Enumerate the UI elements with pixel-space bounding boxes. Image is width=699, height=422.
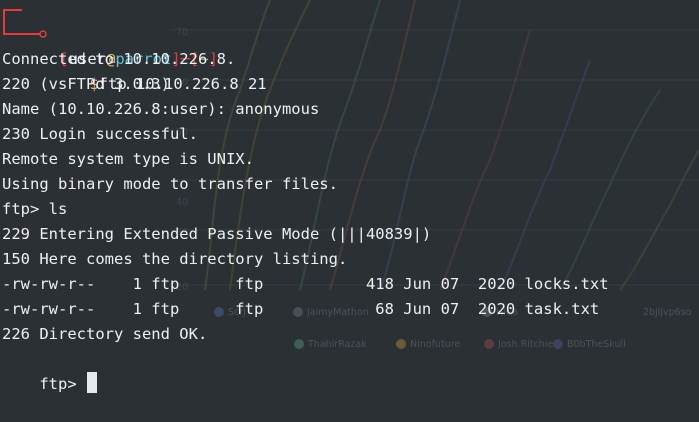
prompt-command-line: $ftp 10.10.226.8 21	[2, 22, 267, 93]
terminal-window[interactable]: [user@parrot]─[~] $ftp 10.10.226.8 21 Co…	[0, 0, 699, 400]
ftp-prompt: ftp>	[39, 375, 86, 393]
prompt-arrow-icon	[3, 22, 47, 38]
output-line: 220 (vsFTPd 3.0.3)	[2, 75, 170, 93]
output-line: Remote system type is UNIX.	[2, 150, 254, 168]
output-line: 226 Directory send OK.	[2, 325, 208, 343]
output-line: 150 Here comes the directory listing.	[2, 250, 348, 268]
prompt-header: [user@parrot]─[~]	[2, 0, 218, 68]
output-line: Using binary mode to transfer files.	[2, 175, 338, 193]
prompt-corner-icon	[3, 9, 22, 22]
file-listing-row: -rw-rw-r-- 1 ftp ftp 418 Jun 07 2020 loc…	[2, 275, 609, 293]
text-cursor	[87, 372, 97, 393]
ftp-input-line[interactable]: ftp>	[2, 347, 97, 393]
output-line: Connected to 10.10.226.8.	[2, 50, 236, 68]
output-line: ftp> ls	[2, 200, 68, 218]
output-line: Name (10.10.226.8:user): anonymous	[2, 100, 320, 118]
output-line: 229 Entering Extended Passive Mode (|||4…	[2, 225, 432, 243]
output-line: 230 Login successful.	[2, 125, 198, 143]
file-listing-row: -rw-rw-r-- 1 ftp ftp 68 Jun 07 2020 task…	[2, 300, 600, 318]
